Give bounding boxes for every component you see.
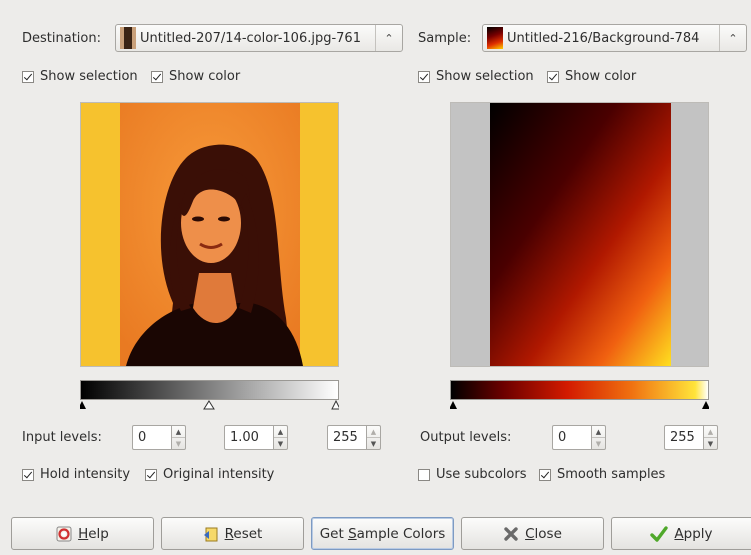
input-gamma-spinbutton[interactable]: 1.00 ▲ ▼ — [224, 425, 288, 450]
sample-show-selection-checkbox[interactable]: Show selection — [418, 69, 534, 84]
portrait-image — [81, 103, 338, 366]
destination-show-selection-checkbox[interactable]: Show selection — [22, 69, 138, 84]
checkbox-label: Show selection — [436, 69, 534, 84]
output-levels-label: Output levels: — [420, 430, 512, 445]
apply-label: Apply — [674, 525, 713, 542]
destination-combo[interactable]: Untitled-207/14-color-106.jpg-761 ⌃ — [115, 24, 403, 52]
get-sample-colors-button[interactable]: Get Sample Colors — [311, 517, 454, 550]
checkbox-icon — [418, 70, 430, 83]
output-high-field[interactable]: 255 — [664, 425, 704, 450]
checkmark-icon — [650, 525, 669, 542]
input-high-spinbutton[interactable]: 255 ▲ ▼ — [327, 425, 381, 450]
chevron-updown-icon: ⌃ — [719, 25, 746, 51]
reset-icon — [203, 526, 219, 542]
output-level-handles[interactable] — [450, 400, 709, 410]
close-icon — [503, 526, 519, 542]
close-label: Close — [525, 525, 562, 542]
input-low-spinbutton[interactable]: 0 ▲ ▼ — [132, 425, 186, 450]
close-button[interactable]: Close — [461, 517, 604, 550]
output-low-field[interactable]: 0 — [552, 425, 592, 450]
checkbox-icon — [22, 468, 34, 481]
sample-label: Sample: — [418, 31, 472, 46]
checkbox-icon — [22, 70, 34, 83]
help-button[interactable]: Help — [11, 517, 154, 550]
destination-value: Untitled-207/14-color-106.jpg-761 — [140, 30, 361, 46]
decrement-icon[interactable]: ▼ — [274, 438, 287, 449]
input-low-field[interactable]: 0 — [132, 425, 172, 450]
sample-show-color-checkbox[interactable]: Show color — [547, 69, 636, 84]
smooth-samples-checkbox[interactable]: Smooth samples — [539, 467, 665, 482]
checkbox-icon — [418, 468, 430, 481]
destination-show-color-checkbox[interactable]: Show color — [151, 69, 240, 84]
input-gradient — [80, 380, 339, 400]
checkbox-label: Use subcolors — [436, 467, 527, 482]
checkbox-label: Show color — [169, 69, 241, 84]
input-gamma-field[interactable]: 1.00 — [224, 425, 274, 450]
get-sample-colors-label: Get Sample Colors — [319, 525, 446, 542]
destination-label: Destination: — [22, 31, 101, 46]
sample-thumbnail — [487, 27, 503, 49]
hold-intensity-checkbox[interactable]: Hold intensity — [22, 467, 130, 482]
decrement-icon[interactable]: ▼ — [367, 438, 380, 449]
increment-icon[interactable]: ▲ — [367, 426, 380, 438]
checkbox-label: Hold intensity — [40, 467, 131, 482]
checkbox-icon — [547, 70, 559, 83]
sample-value: Untitled-216/Background-784 — [507, 30, 700, 46]
checkbox-label: Smooth samples — [557, 467, 666, 482]
original-intensity-checkbox[interactable]: Original intensity — [145, 467, 274, 482]
chevron-updown-icon: ⌃ — [375, 25, 402, 51]
increment-icon[interactable]: ▲ — [172, 426, 185, 438]
input-level-handles[interactable] — [80, 400, 339, 410]
checkbox-icon — [151, 70, 163, 83]
apply-button[interactable]: Apply — [611, 517, 751, 550]
input-levels-bar[interactable] — [80, 380, 339, 410]
output-levels-bar[interactable] — [450, 380, 709, 410]
sample-gradient-image — [451, 103, 708, 366]
checkbox-label: Show selection — [40, 69, 138, 84]
decrement-icon[interactable]: ▼ — [592, 438, 605, 449]
input-high-field[interactable]: 255 — [327, 425, 367, 450]
checkbox-label: Original intensity — [163, 467, 275, 482]
decrement-icon[interactable]: ▼ — [704, 438, 717, 449]
output-low-spinbutton[interactable]: 0 ▲ ▼ — [552, 425, 606, 450]
help-icon — [56, 526, 72, 542]
increment-icon[interactable]: ▲ — [704, 426, 717, 438]
sample-combo[interactable]: Untitled-216/Background-784 ⌃ — [482, 24, 747, 52]
reset-button[interactable]: Reset — [161, 517, 304, 550]
checkbox-icon — [539, 468, 551, 481]
help-label: Help — [78, 525, 109, 542]
increment-icon[interactable]: ▲ — [592, 426, 605, 438]
output-gradient — [450, 380, 709, 400]
checkbox-label: Show color — [565, 69, 637, 84]
use-subcolors-checkbox[interactable]: Use subcolors — [418, 467, 526, 482]
sample-preview — [450, 102, 709, 367]
decrement-icon[interactable]: ▼ — [172, 438, 185, 449]
checkbox-icon — [145, 468, 157, 481]
destination-preview — [80, 102, 339, 367]
input-levels-label: Input levels: — [22, 430, 102, 445]
increment-icon[interactable]: ▲ — [274, 426, 287, 438]
reset-label: Reset — [224, 525, 263, 542]
destination-thumbnail — [120, 27, 136, 49]
output-high-spinbutton[interactable]: 255 ▲ ▼ — [664, 425, 718, 450]
